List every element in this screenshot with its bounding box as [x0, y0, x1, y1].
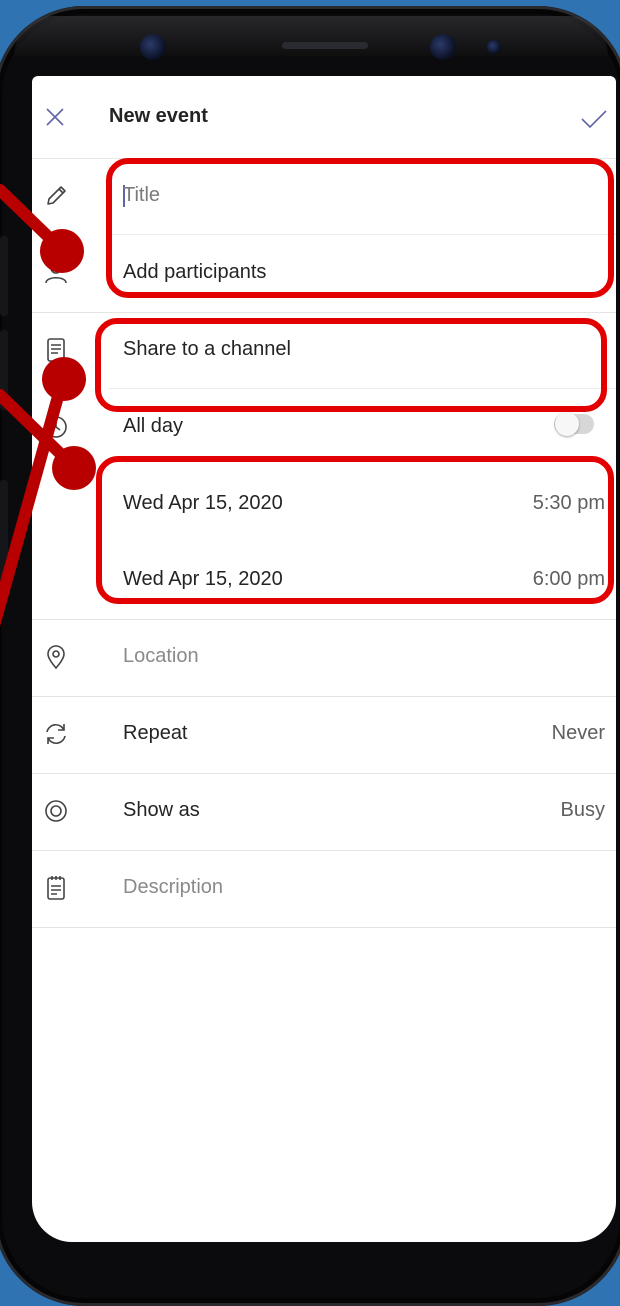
- annotation-box-datetime: [96, 456, 614, 604]
- annotation-box-channel: [95, 318, 607, 412]
- annotation-dot: [40, 229, 84, 273]
- annotation-box-title-participants: [106, 158, 614, 298]
- annotation-dot: [52, 446, 96, 490]
- annotation-dot: [42, 357, 86, 401]
- annotation-line: [0, 369, 70, 627]
